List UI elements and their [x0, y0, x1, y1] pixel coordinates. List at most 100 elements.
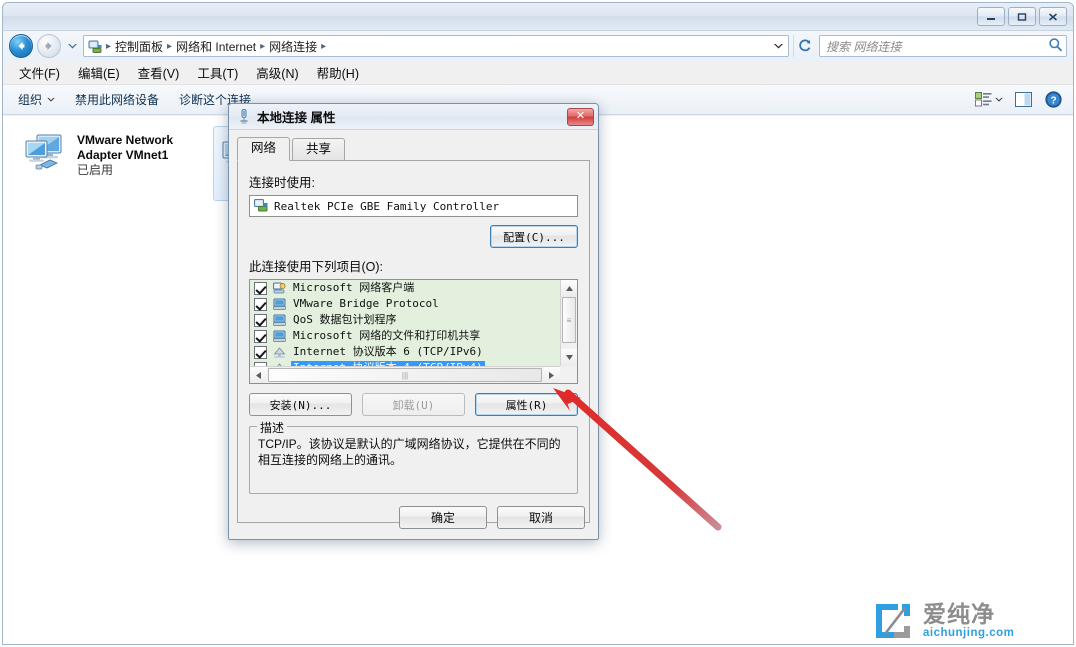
- client-service-icon: [271, 281, 287, 295]
- list-item-label: Microsoft 网络的文件和打印机共享: [293, 329, 481, 342]
- uninstall-button[interactable]: 卸载(U): [362, 393, 465, 416]
- configure-button[interactable]: 配置(C)...: [490, 225, 578, 248]
- scroll-down-button[interactable]: [561, 349, 577, 366]
- help-button[interactable]: ?: [1039, 89, 1067, 111]
- scroll-up-button[interactable]: [561, 280, 577, 297]
- forward-arrow-icon: [45, 42, 52, 50]
- menu-item-edit[interactable]: 编辑(E): [70, 60, 128, 85]
- dialog-footer: 确定 取消: [229, 495, 598, 539]
- screen: ▸ 控制面板 ▸ 网络和 Internet ▸ 网络连接 ▸ 搜索 网络连接 文…: [0, 0, 1076, 647]
- breadcrumb-separator: ▸: [260, 40, 266, 52]
- address-bar[interactable]: ▸ 控制面板 ▸ 网络和 Internet ▸ 网络连接 ▸: [83, 35, 789, 57]
- connection-status: 已启用: [77, 163, 114, 177]
- search-icon[interactable]: [1048, 37, 1063, 55]
- list-item[interactable]: Internet 协议版本 6 (TCP/IPv6): [250, 344, 560, 360]
- listbox-vertical-scrollbar[interactable]: ≡: [560, 280, 577, 366]
- checkbox[interactable]: [254, 345, 267, 359]
- tab-network[interactable]: 网络: [237, 137, 291, 161]
- network-adapter-icon: [23, 132, 69, 174]
- watermark: 爱纯净 aichunjing.com: [872, 600, 1014, 642]
- adapter-name: Realtek PCIe GBE Family Controller: [274, 199, 500, 213]
- dialog-title-bar: 本地连接 属性 ✕: [229, 104, 598, 130]
- checkbox[interactable]: [254, 313, 267, 327]
- chevron-down-icon: [67, 44, 77, 49]
- menu-item-help[interactable]: 帮助(H): [309, 60, 367, 85]
- breadcrumb-item-0[interactable]: 控制面板: [112, 38, 166, 55]
- dialog-title: 本地连接 属性: [257, 111, 336, 125]
- adapter-display: Realtek PCIe GBE Family Controller: [249, 195, 578, 217]
- refresh-button[interactable]: [793, 35, 815, 57]
- breadcrumb-item-2[interactable]: 网络连接: [266, 38, 320, 55]
- menu-item-advanced[interactable]: 高级(N): [248, 60, 306, 85]
- network-tab-panel: 连接时使用: Realtek PCIe GBE Family Controlle…: [237, 161, 590, 523]
- maximize-button[interactable]: [1008, 7, 1036, 26]
- configure-button-row: 配置(C)...: [249, 225, 578, 248]
- list-item[interactable]: Microsoft 网络的文件和打印机共享: [250, 328, 560, 344]
- scroll-right-button[interactable]: [543, 367, 560, 383]
- list-item[interactable]: VMware Bridge Protocol: [250, 296, 560, 312]
- nic-icon: [254, 198, 268, 215]
- disable-device-button[interactable]: 禁用此网络设备: [66, 87, 168, 112]
- watermark-name-en: aichunjing.com: [923, 627, 1015, 639]
- install-button[interactable]: 安装(N)...: [249, 393, 352, 416]
- list-item-label: Internet 协议版本 6 (TCP/IPv6): [293, 345, 483, 358]
- minimize-button[interactable]: [977, 7, 1005, 26]
- items-label: 此连接使用下列项目(O):: [249, 260, 384, 274]
- svg-text:?: ?: [1050, 95, 1056, 106]
- network-connections-icon: [87, 38, 103, 54]
- organize-button[interactable]: 组织: [9, 87, 64, 112]
- scroll-thumb[interactable]: |||: [268, 368, 542, 382]
- preview-pane-icon: [1014, 92, 1032, 107]
- breadcrumb-separator: ▸: [167, 40, 173, 52]
- scroll-thumb[interactable]: ≡: [562, 297, 576, 343]
- search-input[interactable]: 搜索 网络连接: [819, 35, 1067, 57]
- checkbox[interactable]: [254, 281, 267, 295]
- connection-name: VMware Network Adapter VMnet1: [77, 133, 174, 162]
- back-button[interactable]: [9, 34, 33, 58]
- properties-button[interactable]: 属性(R): [475, 393, 578, 416]
- chevron-down-icon: [773, 44, 783, 49]
- ok-button[interactable]: 确定: [399, 505, 487, 529]
- components-listbox[interactable]: Microsoft 网络客户端 VMware Bridge Protocol Q…: [249, 279, 578, 384]
- checkbox[interactable]: [254, 297, 267, 311]
- tcpip-icon: [271, 345, 287, 359]
- address-dropdown-button[interactable]: [770, 36, 786, 56]
- properties-dialog: 本地连接 属性 ✕ 网络 共享 连接时使用: Realtek PCIe GBE …: [228, 103, 599, 540]
- protocol-icon: [271, 297, 287, 311]
- menu-item-view[interactable]: 查看(V): [130, 60, 188, 85]
- tab-sharing[interactable]: 共享: [292, 138, 346, 160]
- components-list: Microsoft 网络客户端 VMware Bridge Protocol Q…: [250, 280, 560, 366]
- menu-item-file[interactable]: 文件(F): [11, 60, 68, 85]
- scrollbar-corner: [560, 366, 577, 383]
- list-item[interactable]: QoS 数据包计划程序: [250, 312, 560, 328]
- breadcrumb-item-1[interactable]: 网络和 Internet: [173, 38, 259, 55]
- back-arrow-icon: [18, 42, 25, 50]
- list-item-label: VMware Bridge Protocol: [293, 297, 439, 310]
- cancel-button[interactable]: 取消: [497, 505, 585, 529]
- history-dropdown-button[interactable]: [65, 35, 79, 57]
- list-item[interactable]: Microsoft 网络客户端: [250, 280, 560, 296]
- preview-pane-button[interactable]: [1009, 89, 1037, 111]
- checkbox[interactable]: [254, 329, 267, 343]
- change-view-button[interactable]: [971, 89, 1007, 111]
- forward-button[interactable]: [37, 34, 61, 58]
- connection-tile-vmnet1[interactable]: VMware Network Adapter VMnet1 已启用: [17, 126, 213, 201]
- menu-bar: 文件(F) 编辑(E) 查看(V) 工具(T) 高级(N) 帮助(H): [3, 61, 1073, 85]
- description-group: 描述 TCP/IP。该协议是默认的广域网络协议，它提供在不同的相互连接的网络上的…: [249, 419, 578, 494]
- scroll-left-button[interactable]: [250, 367, 267, 383]
- watermark-text: 爱纯净 aichunjing.com: [923, 602, 1014, 640]
- watermark-name-cn: 爱纯净: [923, 601, 995, 627]
- organize-label: 组织: [18, 93, 43, 107]
- breadcrumb-separator: ▸: [321, 40, 327, 52]
- listbox-horizontal-scrollbar[interactable]: |||: [250, 366, 560, 383]
- dialog-close-button[interactable]: ✕: [567, 107, 594, 126]
- chevron-down-icon: [995, 97, 1003, 102]
- list-item-label: QoS 数据包计划程序: [293, 313, 397, 326]
- connection-tile-text: VMware Network Adapter VMnet1 已启用: [77, 132, 207, 178]
- close-button[interactable]: [1039, 7, 1067, 26]
- help-icon: ?: [1044, 91, 1062, 108]
- list-item-label: Microsoft 网络客户端: [293, 281, 415, 294]
- component-action-buttons: 安装(N)... 卸载(U) 属性(R): [249, 393, 578, 416]
- dialog-tabs: 网络 共享: [237, 137, 590, 161]
- menu-item-tools[interactable]: 工具(T): [189, 60, 246, 85]
